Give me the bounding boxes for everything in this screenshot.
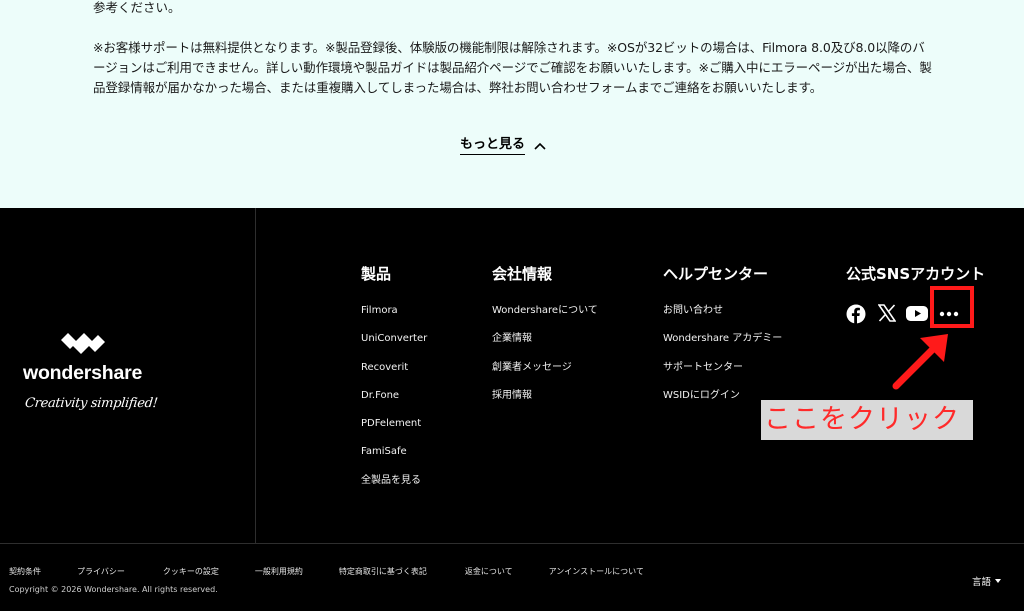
footer-heading-products: 製品 — [361, 265, 392, 283]
footer-link[interactable]: Wondershare アカデミー — [663, 332, 782, 346]
legal-link[interactable]: アンインストールについて — [549, 566, 644, 577]
notice-section: 参考ください。 ※お客様サポートは無料提供となります。※製品登録後、体験版の機能… — [0, 0, 1024, 208]
copyright-text: Copyright © 2026 Wondershare. All rights… — [9, 585, 218, 594]
footer-heading-sns: 公式SNSアカウント — [846, 265, 986, 283]
x-icon[interactable] — [877, 304, 900, 326]
footer-link[interactable]: Dr.Fone — [361, 389, 427, 403]
footer-heading-company: 会社情報 — [492, 265, 553, 283]
footer-column-products: 製品 Filmora UniConverter Recoverit Dr.Fon… — [361, 264, 427, 502]
show-more-label: もっと見る — [460, 136, 526, 155]
footer-link[interactable]: Wondershareについて — [492, 304, 598, 318]
legal-link[interactable]: クッキーの設定 — [163, 566, 219, 577]
legal-links: 契約条件 プライバシー クッキーの設定 一般利用規約 特定商取引に基づく表記 返… — [9, 566, 644, 577]
legal-link[interactable]: プライバシー — [77, 566, 125, 577]
legal-link[interactable]: 返金について — [465, 566, 513, 577]
brand-tagline: Creativity simplified! — [24, 396, 159, 411]
footer-link[interactable]: Recoverit — [361, 361, 427, 375]
footer-link[interactable]: サポートセンター — [663, 361, 782, 375]
footer-link[interactable]: UniConverter — [361, 332, 427, 346]
legal-link[interactable]: 特定商取引に基づく表記 — [339, 566, 427, 577]
wondershare-logo-icon — [61, 333, 105, 359]
footer-column-help: ヘルプセンター お問い合わせ Wondershare アカデミー サポートセンタ… — [663, 264, 782, 417]
footer-link[interactable]: 全製品を見る — [361, 474, 427, 488]
legal-link[interactable]: 一般利用規約 — [255, 566, 303, 577]
notice-text-top: 参考ください。 — [93, 0, 181, 15]
brand-wordmark: wondershare — [23, 362, 143, 384]
chevron-up-icon — [534, 142, 546, 150]
footer-link[interactable]: 採用情報 — [492, 389, 598, 403]
pointer-arrow-icon — [890, 330, 952, 396]
footer-link[interactable]: 企業情報 — [492, 332, 598, 346]
footer-column-company: 会社情報 Wondershareについて 企業情報 創業者メッセージ 採用情報 — [492, 264, 598, 417]
click-here-callout: ここをクリック — [761, 400, 973, 440]
footer-heading-help: ヘルプセンター — [663, 265, 769, 283]
footer-link[interactable]: お問い合わせ — [663, 304, 782, 318]
highlight-box — [930, 286, 974, 328]
language-selector[interactable]: 言語 — [972, 574, 1002, 588]
facebook-icon[interactable] — [846, 304, 868, 326]
footer-link[interactable]: 創業者メッセージ — [492, 361, 598, 375]
footer-link[interactable]: FamiSafe — [361, 445, 427, 459]
footer-horizontal-divider — [0, 543, 1024, 544]
legal-link[interactable]: 契約条件 — [9, 566, 41, 577]
notice-paragraph: ※お客様サポートは無料提供となります。※製品登録後、体験版の機能制限は解除されま… — [93, 40, 932, 95]
youtube-icon[interactable] — [906, 304, 928, 326]
language-label: 言語 — [972, 577, 992, 588]
footer-link[interactable]: PDFelement — [361, 417, 427, 431]
show-more-link[interactable]: もっと見る — [460, 136, 546, 155]
footer-link[interactable]: Filmora — [361, 304, 427, 318]
footer-vertical-divider — [255, 208, 256, 543]
caret-down-icon — [995, 579, 1002, 583]
